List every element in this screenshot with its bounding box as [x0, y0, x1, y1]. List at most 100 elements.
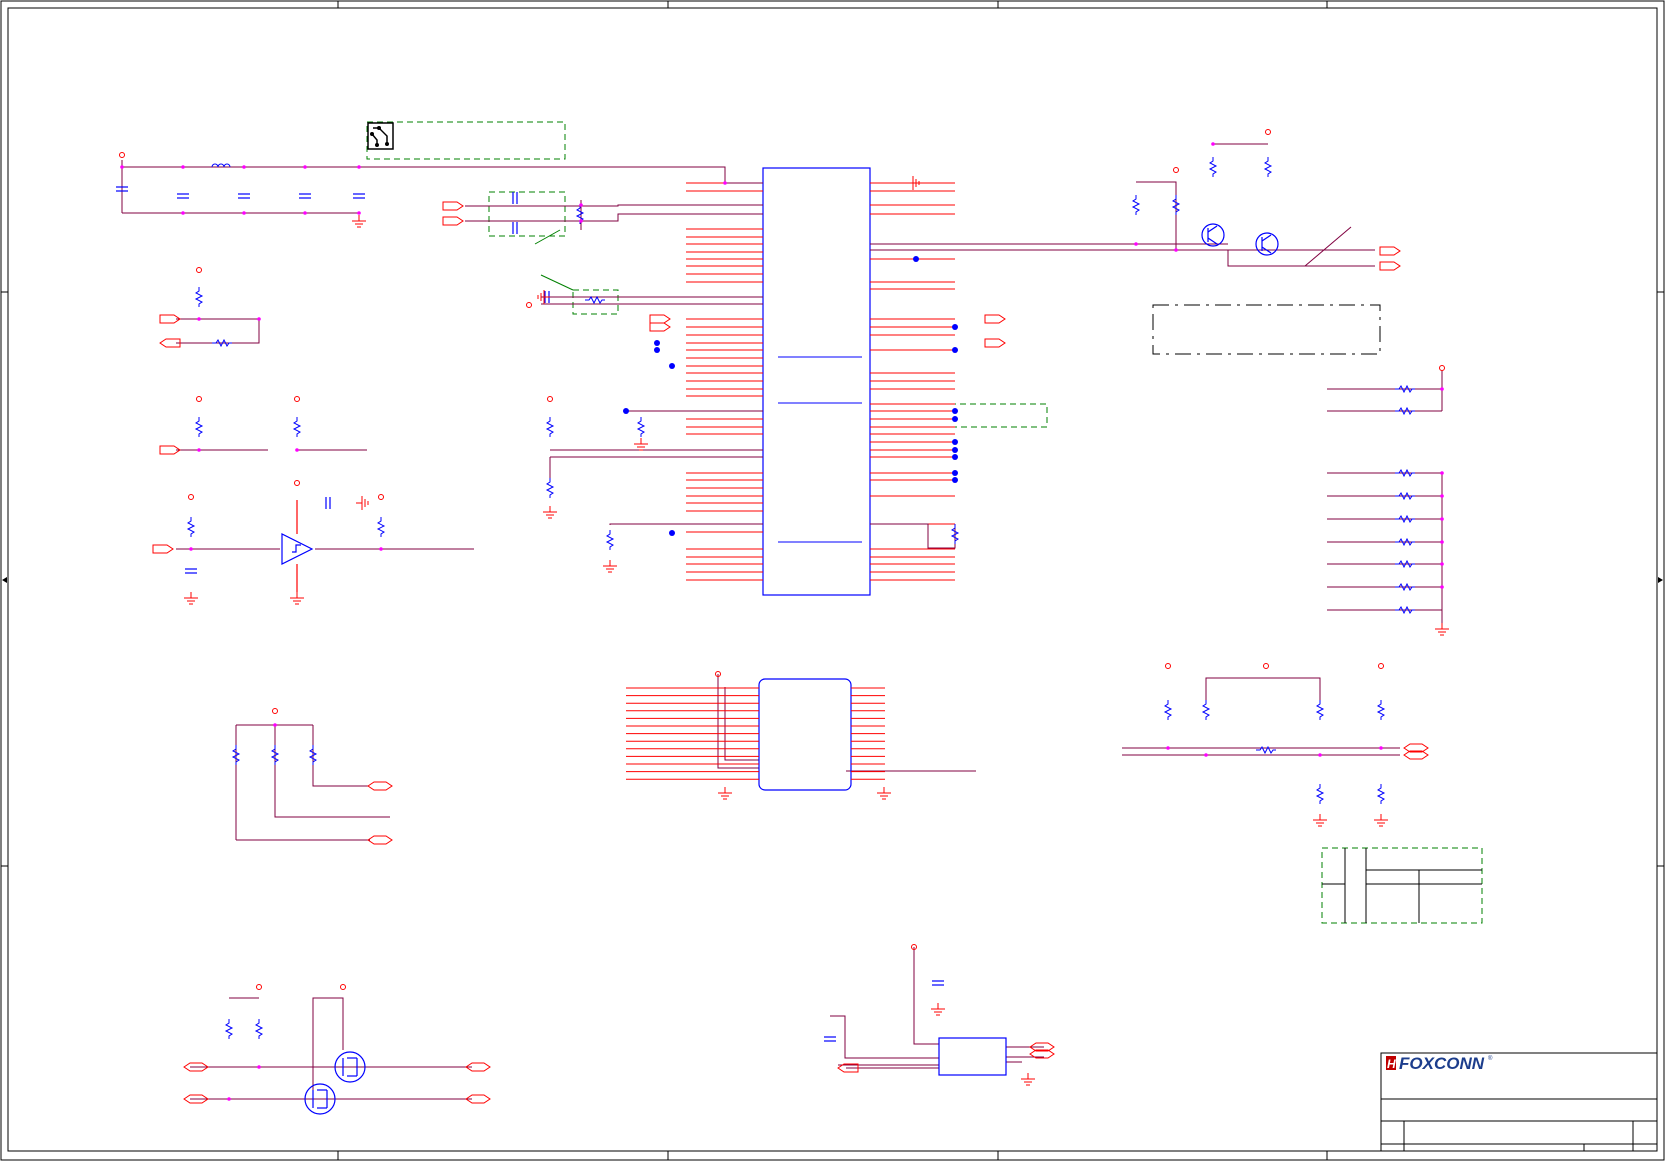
main-ic — [762, 167, 871, 596]
resistor — [1376, 700, 1386, 720]
junction-dot — [654, 347, 660, 353]
junction-dot — [952, 324, 958, 330]
power-flag — [1265, 129, 1271, 135]
frame-arrow-right — [1658, 577, 1663, 583]
wire-junction — [1440, 387, 1444, 391]
junction-dots — [120, 142, 1444, 1101]
junction-dot — [669, 363, 675, 369]
junction-dot — [952, 408, 958, 414]
wires — [121, 143, 1443, 1100]
power-flag — [188, 494, 194, 500]
power-flag — [1439, 365, 1445, 371]
port-symbol — [984, 338, 1006, 348]
resistor — [1208, 157, 1218, 177]
port-symbols — [152, 201, 1429, 1104]
ground-symbol — [931, 1003, 945, 1016]
junction-dot — [952, 477, 958, 483]
resistor — [636, 417, 646, 437]
sheet-frame — [0, 0, 1665, 1161]
resistor — [224, 1019, 234, 1039]
transistor-q2 — [1255, 232, 1279, 256]
junction-dot — [623, 408, 629, 414]
resistor — [1395, 605, 1415, 615]
ground-symbol — [1435, 623, 1449, 636]
registered-mark: ® — [1488, 1055, 1493, 1062]
ground-symbol — [718, 787, 732, 800]
wire-junction — [1440, 540, 1444, 544]
wire-junction — [579, 203, 583, 207]
wire-junction — [1204, 753, 1208, 757]
wire-junction — [1440, 471, 1444, 475]
resistor — [194, 417, 204, 437]
port-symbol — [442, 216, 464, 226]
wire-junction — [242, 165, 246, 169]
resistor — [1315, 700, 1325, 720]
resistor — [1395, 491, 1415, 501]
power-flag — [119, 152, 125, 158]
power-flag — [378, 494, 384, 500]
port-symbol — [649, 314, 671, 324]
ground-symbol — [877, 787, 891, 800]
resistor — [1201, 700, 1211, 720]
power-flag — [1173, 167, 1179, 173]
power-flag — [1378, 663, 1384, 669]
resistor — [1131, 195, 1141, 215]
power-flag — [196, 267, 202, 273]
wire-junction — [197, 317, 201, 321]
main-ic-pins — [686, 182, 955, 581]
ground-symbol — [1374, 814, 1388, 827]
resistor — [292, 417, 302, 437]
capacitors — [116, 186, 944, 1042]
resistor — [605, 530, 615, 550]
resistor — [585, 295, 605, 305]
resistor — [1395, 514, 1415, 524]
junction-dot — [952, 439, 958, 445]
wire-junction — [181, 165, 185, 169]
resistor — [1376, 784, 1386, 804]
ground-symbol — [290, 592, 304, 605]
misc-lines — [534, 229, 574, 291]
wire-junction — [181, 211, 185, 215]
junction-dot — [952, 416, 958, 422]
wire-junction — [1379, 746, 1383, 750]
wire-junction — [357, 165, 361, 169]
resistor — [186, 517, 196, 537]
wire-junction — [1134, 242, 1138, 246]
junction-dot — [913, 256, 919, 262]
note-table — [1322, 848, 1482, 923]
wire-junction — [1318, 753, 1322, 757]
port-symbol — [152, 544, 174, 554]
port-symbol — [367, 835, 393, 845]
wire-junction — [257, 317, 261, 321]
power-flag — [272, 708, 278, 714]
dashed-boxes — [366, 121, 1483, 924]
pcb-note-icon — [367, 122, 394, 150]
resistor — [1163, 700, 1173, 720]
resistor — [194, 287, 204, 307]
wire-junction — [295, 448, 299, 452]
ground-symbol — [184, 592, 198, 605]
power-flag — [1263, 663, 1269, 669]
power-flag — [294, 396, 300, 402]
port-symbol — [649, 322, 671, 332]
wire-junction — [257, 1065, 261, 1069]
resistor — [1395, 559, 1415, 569]
port-symbol — [1379, 246, 1401, 256]
power-flag — [294, 480, 300, 486]
wire-junction — [723, 181, 727, 185]
schematic-sheet: H FOXCONN ® — [0, 0, 1665, 1161]
wire-junction — [1440, 585, 1444, 589]
resistors — [186, 157, 1415, 1039]
power-flag — [340, 984, 346, 990]
wire-junction — [303, 211, 307, 215]
wire-junction — [1440, 562, 1444, 566]
resistor — [231, 745, 241, 765]
ground-symbol — [543, 506, 557, 519]
resistor — [212, 338, 232, 348]
junction-dot — [952, 447, 958, 453]
wire-junction — [1440, 494, 1444, 498]
wire-junction — [357, 211, 361, 215]
resistor — [308, 745, 318, 765]
company-logo: H FOXCONN ® — [1386, 1054, 1493, 1073]
wire-junction — [1211, 142, 1215, 146]
